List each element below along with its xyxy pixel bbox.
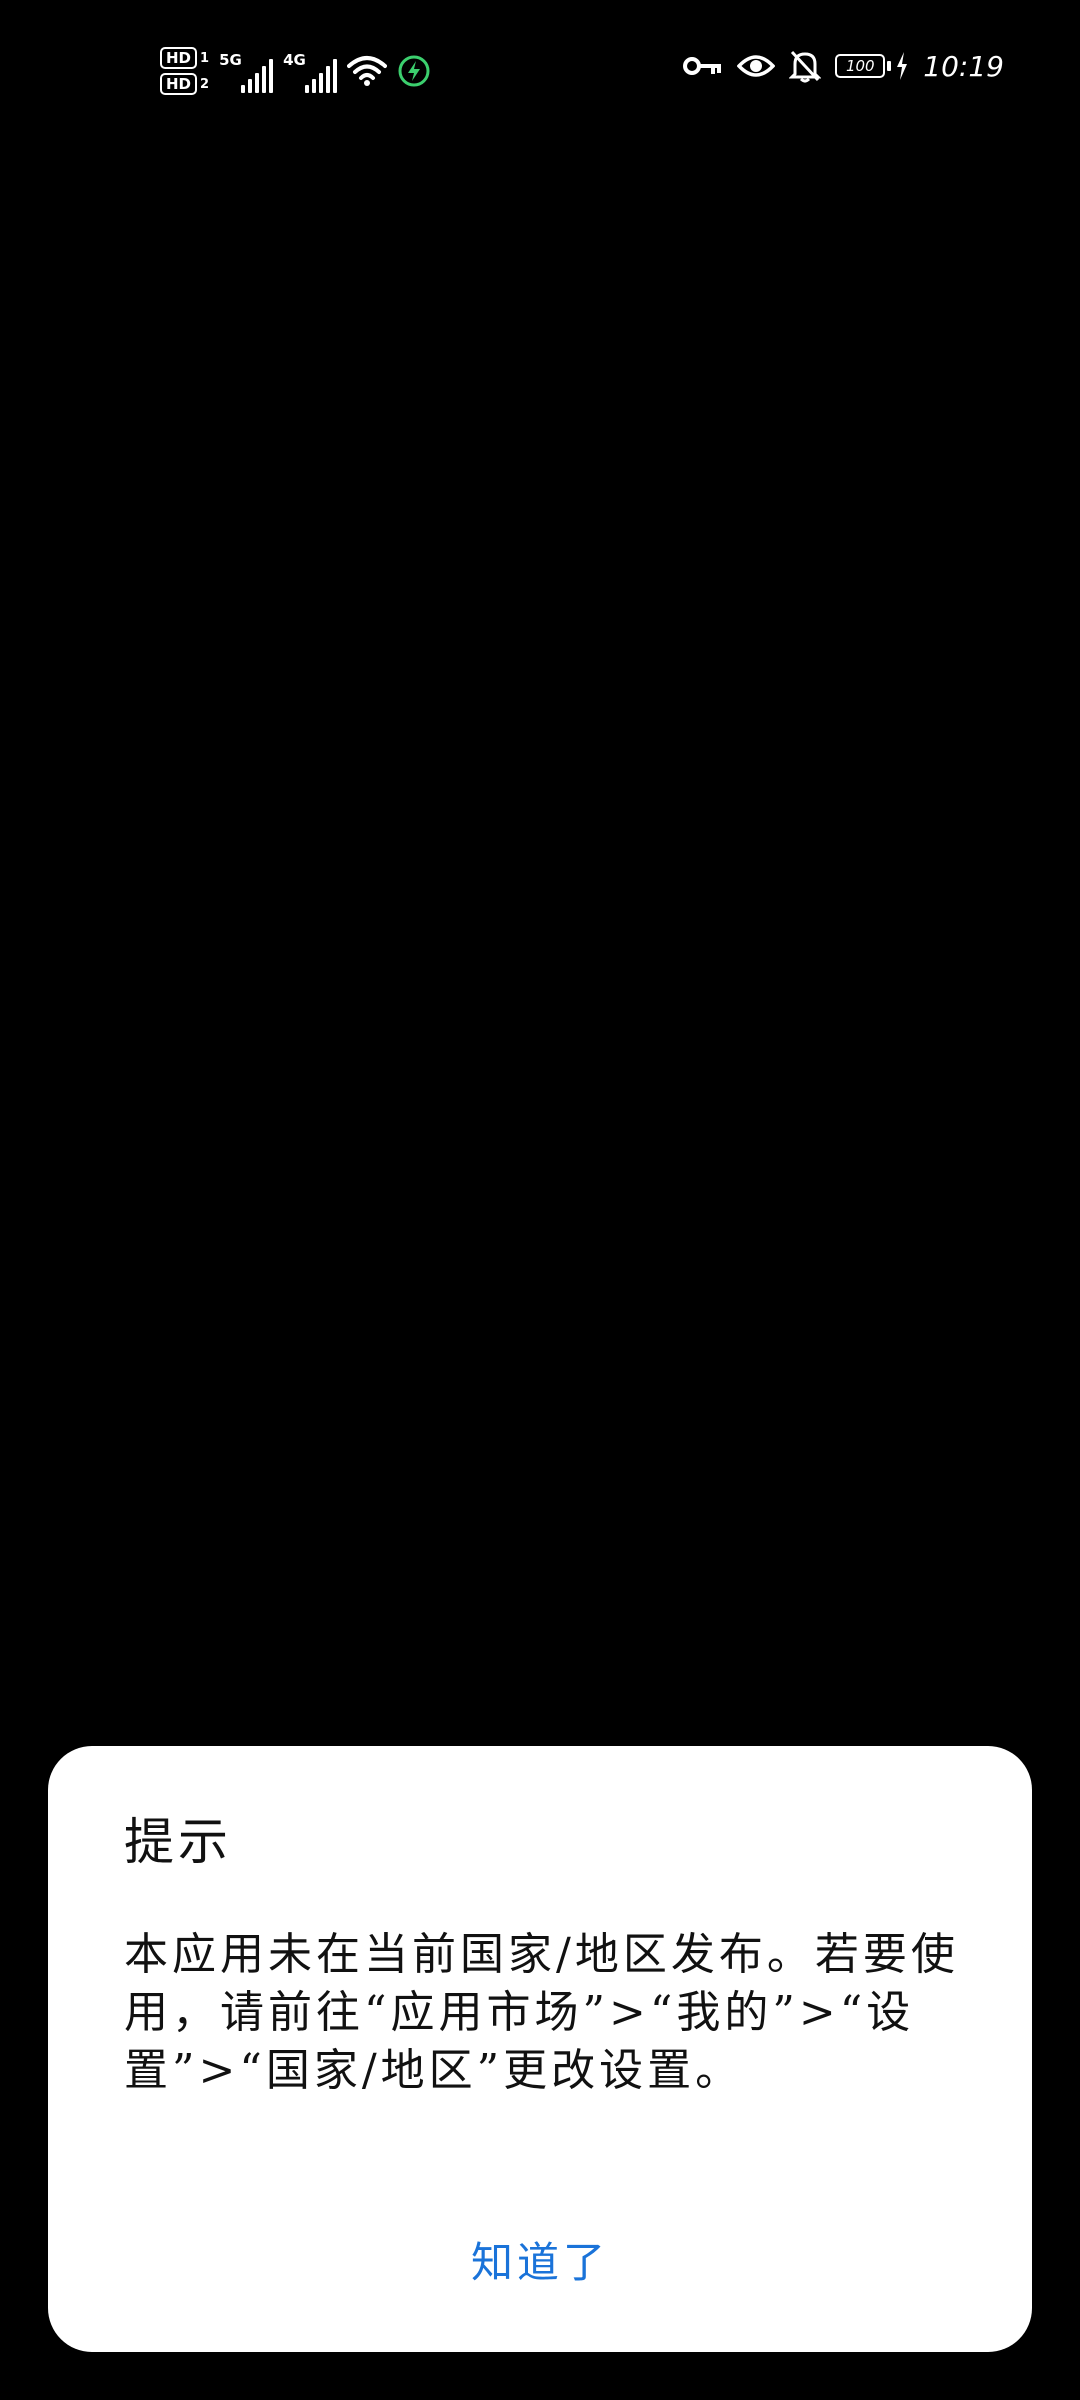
bell-muted-icon <box>788 49 822 83</box>
battery-icon: 100 <box>835 54 886 78</box>
eye-icon <box>736 52 776 80</box>
key-icon <box>683 54 723 78</box>
dialog-title: 提示 <box>124 1813 232 1871</box>
hd-badge-sim2: HD 2 <box>160 73 209 95</box>
hd-voice-indicators: HD 1 HD 2 <box>160 47 209 95</box>
charging-icon <box>397 54 431 88</box>
screen: HD 1 HD 2 5G 4G 100 10:19 提示 本应用未在当前国家/地… <box>0 0 1080 2400</box>
clock-time: 10:19 <box>923 49 1004 83</box>
region-unavailable-dialog: 提示 本应用未在当前国家/地区发布。若要使用，请前往“应用市场”>“我的”>“设… <box>48 1746 1032 2352</box>
status-bar-right: 100 10:19 <box>683 44 1004 88</box>
got-it-button[interactable]: 知道了 <box>48 2228 1032 2298</box>
status-bar-left: HD 1 HD 2 5G 4G <box>160 36 431 106</box>
hd-label: HD <box>160 73 198 95</box>
hd-badge-sim1: HD 1 <box>160 47 209 69</box>
signal-bars-icon <box>241 57 274 93</box>
sim-index: 1 <box>200 50 210 66</box>
network-type-label: 4G <box>283 51 306 69</box>
network-type-label: 5G <box>219 51 242 69</box>
signal-bars-icon <box>305 57 338 93</box>
hd-label: HD <box>160 47 198 69</box>
signal-sim1: 5G <box>219 49 274 93</box>
battery-tip <box>887 61 892 71</box>
signal-sim2: 4G <box>283 49 338 93</box>
battery-indicator: 100 <box>835 52 909 80</box>
battery-level-text: 100 <box>845 57 875 75</box>
status-bar: HD 1 HD 2 5G 4G 100 10:19 <box>0 0 1080 130</box>
battery-charging-bolt-icon <box>895 52 909 80</box>
dialog-message: 本应用未在当前国家/地区发布。若要使用，请前往“应用市场”>“我的”>“设置”>… <box>124 1929 959 2096</box>
wifi-icon <box>347 54 388 88</box>
sim-index: 2 <box>200 76 210 92</box>
